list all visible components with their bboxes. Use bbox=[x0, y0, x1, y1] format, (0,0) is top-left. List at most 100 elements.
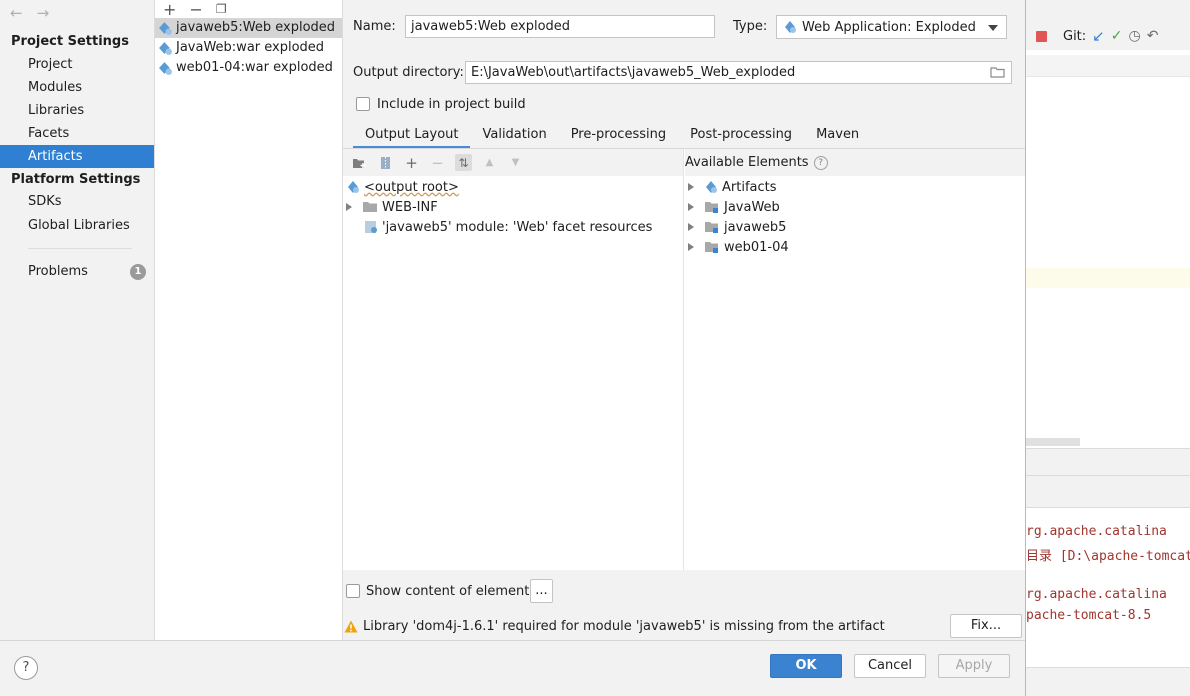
artifact-name: JavaWeb:war exploded bbox=[176, 40, 325, 55]
ide-scrollbar[interactable] bbox=[1026, 438, 1080, 446]
tab-post-processing[interactable]: Post-processing bbox=[678, 124, 804, 149]
ide-run-toolbar bbox=[1026, 476, 1190, 508]
available-element-label: web01-04 bbox=[724, 239, 789, 255]
artifact-editor: Name: javaweb5:Web exploded Type: Web Ap… bbox=[343, 0, 1025, 640]
platform-settings-header: Platform Settings bbox=[11, 172, 141, 187]
artifact-name: javaweb5:Web exploded bbox=[176, 20, 336, 35]
nav-item-project[interactable]: Project bbox=[0, 53, 154, 76]
expand-arrow-icon[interactable] bbox=[688, 243, 694, 251]
sort-icon[interactable]: ⇅ bbox=[455, 154, 472, 171]
folder-icon bbox=[362, 201, 378, 213]
git-label: Git: bbox=[1063, 28, 1087, 44]
tab-validation[interactable]: Validation bbox=[470, 124, 558, 149]
fix-button[interactable]: Fix... bbox=[950, 614, 1022, 638]
rollback-icon[interactable]: ↶ bbox=[1147, 28, 1159, 44]
tab-pre-processing[interactable]: Pre-processing bbox=[559, 124, 678, 149]
ide-status-bar bbox=[1026, 667, 1190, 696]
show-content-options-button[interactable]: ... bbox=[530, 579, 553, 603]
background-ide: Git: ↙ ✓ ◷ ↶ rg.apache.catalina 目录 [D:\a… bbox=[1025, 0, 1190, 696]
output-directory-label: Output directory: bbox=[353, 65, 464, 80]
available-element-label: Artifacts bbox=[722, 179, 777, 195]
facet-resources-label: 'javaweb5' module: 'Web' facet resources bbox=[382, 219, 653, 235]
nav-item-artifacts[interactable]: Artifacts bbox=[0, 145, 154, 168]
folder-icon[interactable] bbox=[990, 66, 1005, 78]
nav-item-facets[interactable]: Facets bbox=[0, 122, 154, 145]
chevron-down-icon bbox=[988, 25, 998, 31]
tree-root[interactable]: <output root> bbox=[346, 177, 459, 197]
ok-button[interactable]: OK bbox=[770, 654, 842, 678]
copy-icon[interactable]: ❐ bbox=[216, 2, 227, 16]
stop-icon[interactable] bbox=[1036, 30, 1047, 42]
expand-arrow-icon[interactable] bbox=[688, 223, 694, 231]
type-select[interactable]: Web Application: Exploded bbox=[776, 15, 1007, 39]
cancel-button[interactable]: Cancel bbox=[854, 654, 926, 678]
output-layout-panel: + − ⇅ ▲ ▼ <output root> WEB-INF 'javaweb… bbox=[343, 149, 1025, 570]
artifact-name: web01-04:war exploded bbox=[176, 60, 333, 75]
artifact-list-item[interactable]: web01-04:war exploded bbox=[155, 58, 342, 78]
tab-maven[interactable]: Maven bbox=[804, 124, 871, 149]
available-element-item[interactable]: javaweb5 bbox=[688, 217, 786, 237]
settings-navigation: ← → Project Settings Project Modules Lib… bbox=[0, 0, 155, 640]
include-in-build-checkbox[interactable] bbox=[356, 97, 370, 111]
artifact-list-item[interactable]: JavaWeb:war exploded bbox=[155, 38, 342, 58]
help-icon[interactable]: ? bbox=[813, 155, 828, 170]
forward-arrow-icon[interactable]: → bbox=[37, 4, 50, 22]
expand-arrow-icon[interactable] bbox=[346, 203, 352, 211]
project-settings-header: Project Settings bbox=[11, 34, 129, 49]
console-line: rg.apache.catalina bbox=[1026, 587, 1167, 602]
expand-arrow-icon[interactable] bbox=[688, 183, 694, 191]
output-root-label: <output root> bbox=[364, 179, 459, 195]
show-content-checkbox[interactable] bbox=[346, 584, 360, 598]
nav-item-global-libraries[interactable]: Global Libraries bbox=[0, 214, 154, 237]
remove-element-icon[interactable]: − bbox=[429, 154, 446, 172]
new-folder-icon[interactable] bbox=[351, 154, 368, 171]
output-layout-tree: + − ⇅ ▲ ▼ <output root> WEB-INF 'javaweb… bbox=[343, 149, 684, 570]
problems-count-badge: 1 bbox=[130, 264, 146, 280]
git-commit-icon[interactable]: ✓ bbox=[1111, 28, 1123, 44]
ide-top-strip bbox=[1026, 0, 1190, 22]
tree-web-inf[interactable]: WEB-INF bbox=[346, 197, 438, 217]
move-up-icon[interactable]: ▲ bbox=[481, 154, 498, 171]
web-artifact-icon bbox=[158, 61, 173, 76]
git-update-icon[interactable]: ↙ bbox=[1092, 27, 1105, 45]
available-element-item[interactable]: JavaWeb bbox=[688, 197, 780, 217]
output-directory-input[interactable]: E:\JavaWeb\out\artifacts\javaweb5_Web_ex… bbox=[465, 61, 1012, 84]
available-elements-title: Available Elements bbox=[685, 155, 809, 170]
nav-item-modules[interactable]: Modules bbox=[0, 76, 154, 99]
available-element-item[interactable]: web01-04 bbox=[688, 237, 789, 257]
tree-facet-resources[interactable]: 'javaweb5' module: 'Web' facet resources bbox=[364, 217, 652, 237]
dialog-footer: ? OK Cancel Apply bbox=[0, 640, 1025, 696]
artifact-list-item[interactable]: javaweb5:Web exploded bbox=[155, 18, 342, 38]
output-root-icon bbox=[346, 180, 360, 194]
nav-divider bbox=[28, 248, 132, 249]
module-folder-icon bbox=[704, 201, 720, 214]
history-icon[interactable]: ◷ bbox=[1128, 28, 1140, 44]
facet-resources-icon bbox=[364, 220, 378, 234]
nav-item-problems[interactable]: Problems 1 bbox=[0, 260, 154, 283]
warning-message: Library 'dom4j-1.6.1' required for modul… bbox=[363, 619, 885, 634]
move-down-icon[interactable]: ▼ bbox=[507, 154, 524, 171]
apply-button[interactable]: Apply bbox=[938, 654, 1010, 678]
name-input[interactable]: javaweb5:Web exploded bbox=[405, 15, 715, 38]
ide-highlighted-line bbox=[1026, 268, 1190, 288]
type-label: Type: bbox=[733, 19, 768, 34]
tab-output-layout[interactable]: Output Layout bbox=[353, 124, 471, 149]
expand-arrow-icon[interactable] bbox=[688, 203, 694, 211]
ide-editor-tabs bbox=[1026, 55, 1190, 77]
add-copy-icon[interactable]: + bbox=[403, 154, 420, 172]
available-element-item[interactable]: Artifacts bbox=[688, 177, 777, 197]
warning-icon bbox=[344, 620, 358, 633]
available-elements-header: Available Elements ? bbox=[685, 149, 1025, 176]
editor-tabs: Output Layout Validation Pre-processing Pos… bbox=[353, 124, 871, 149]
back-arrow-icon[interactable]: ← bbox=[10, 4, 23, 22]
add-icon[interactable]: + bbox=[163, 0, 176, 19]
console-line: 目录 [D:\apache-tomcat bbox=[1026, 549, 1190, 564]
remove-icon[interactable]: − bbox=[189, 0, 202, 19]
layout-toolbar: + − ⇅ ▲ ▼ bbox=[343, 149, 683, 176]
help-button[interactable]: ? bbox=[14, 656, 38, 680]
nav-item-sdks[interactable]: SDKs bbox=[0, 190, 154, 213]
nav-item-libraries[interactable]: Libraries bbox=[0, 99, 154, 122]
show-content-label: Show content of elements bbox=[366, 584, 537, 599]
history-arrows: ← → bbox=[10, 4, 49, 22]
archive-icon[interactable] bbox=[377, 154, 394, 171]
